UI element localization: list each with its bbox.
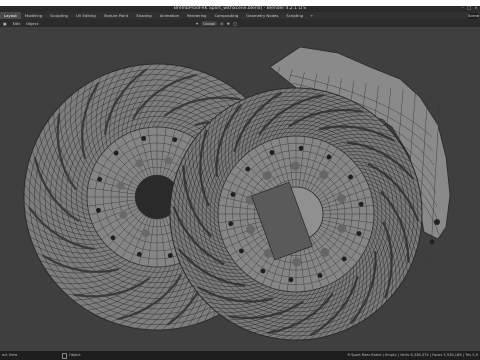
3d-viewport[interactable] — [0, 27, 480, 351]
front-disc-bolt — [228, 221, 234, 227]
front-disc-hole — [336, 194, 346, 203]
menu-edit[interactable]: Edit — [10, 21, 23, 26]
front-disc-bolt — [326, 154, 332, 160]
tab-animation[interactable]: Animation — [156, 12, 183, 19]
front-disc-bolt — [341, 256, 347, 262]
back-disc-hole — [141, 229, 150, 238]
tab-layout[interactable]: Layout — [0, 12, 21, 19]
back-disc-bolt — [141, 136, 147, 141]
status-mode-hint: Object — [62, 351, 81, 360]
workspace-tabs: Layout Modeling Sculpting UV Editing Texture… — [0, 12, 480, 19]
back-disc-hole — [116, 181, 125, 190]
editor-type-icon[interactable]: ▣ — [0, 21, 10, 26]
back-disc-bolt — [113, 150, 119, 156]
front-disc-bolt — [288, 277, 294, 283]
front-disc-hole — [292, 257, 302, 267]
orientation-dropdown[interactable]: Global — [201, 20, 218, 26]
back-disc-bolt — [172, 137, 178, 143]
tab-rendering[interactable]: Rendering — [183, 12, 210, 19]
scene-statistics: R Sport Rear Brake | Empty | Verts 6,338… — [347, 353, 478, 357]
tab-compositing[interactable]: Compositing — [210, 12, 242, 19]
proportional-edit-icon[interactable]: ◯ — [233, 21, 237, 26]
tab-geometry-nodes[interactable]: Geometry Nodes — [242, 12, 282, 19]
status-left-hint: ect View — [2, 353, 18, 357]
back-disc-bolt — [136, 251, 142, 257]
front-disc-bolt — [298, 145, 304, 151]
back-disc-bolt — [110, 235, 116, 241]
front-disc-hole — [246, 225, 256, 234]
front-disc-bolt — [239, 248, 244, 254]
tab-shading[interactable]: Shading — [132, 12, 155, 19]
tab-uv-editing[interactable]: UV Editing — [72, 12, 100, 19]
pivot-icon[interactable]: ◎ — [220, 21, 223, 26]
back-disc-hole — [119, 210, 128, 219]
back-disc-bolt — [167, 253, 173, 258]
transform-controls: ⌖ Global ◎ ❖ ◯ — [196, 19, 237, 27]
scene-selector[interactable]: Scene — [468, 12, 479, 19]
tab-sculpting[interactable]: Sculpting — [46, 12, 72, 19]
menu-object[interactable]: Object — [23, 21, 41, 26]
front-disc-bolt — [230, 192, 236, 197]
front-disc-bolt — [356, 231, 362, 236]
status-mode-label: Object — [69, 353, 81, 357]
front-disc-bolt — [358, 201, 364, 207]
front-disc-bolt — [348, 174, 353, 180]
status-bar: ect View Object R Sport Rear Brake | Emp… — [0, 351, 480, 360]
add-workspace-button[interactable]: + — [307, 13, 316, 18]
mouse-icon — [62, 352, 67, 359]
tab-scripting[interactable]: Scripting — [282, 12, 307, 19]
front-disc-bolt — [269, 150, 275, 155]
back-disc-bolt — [96, 207, 101, 213]
front-disc-bolt — [317, 273, 323, 278]
tab-texture-paint[interactable]: Texture Paint — [100, 12, 133, 19]
front-disc-hole — [262, 171, 272, 181]
brake-mesh-view — [23, 46, 451, 341]
front-disc-bolt — [260, 268, 266, 274]
snap-icon[interactable]: ❖ — [227, 21, 230, 26]
front-disc-bolt — [245, 166, 251, 172]
front-brake-disc — [169, 87, 423, 341]
viewport-header: ▣ Edit Object ⌖ Global ◎ ❖ ◯ — [0, 19, 480, 27]
front-disc-hole — [319, 170, 329, 180]
front-disc-hole — [337, 223, 347, 233]
front-disc-hole — [290, 161, 300, 171]
back-disc-hole — [135, 159, 144, 168]
orientation-icon: ⌖ — [196, 20, 199, 26]
back-disc-hole — [164, 156, 173, 165]
back-disc-bolt — [97, 176, 103, 182]
tab-modeling[interactable]: Modeling — [21, 12, 46, 19]
front-disc-hole — [320, 247, 330, 257]
window-title: BrembProdFRK Sport_withScene.blend] - Bl… — [173, 6, 307, 11]
